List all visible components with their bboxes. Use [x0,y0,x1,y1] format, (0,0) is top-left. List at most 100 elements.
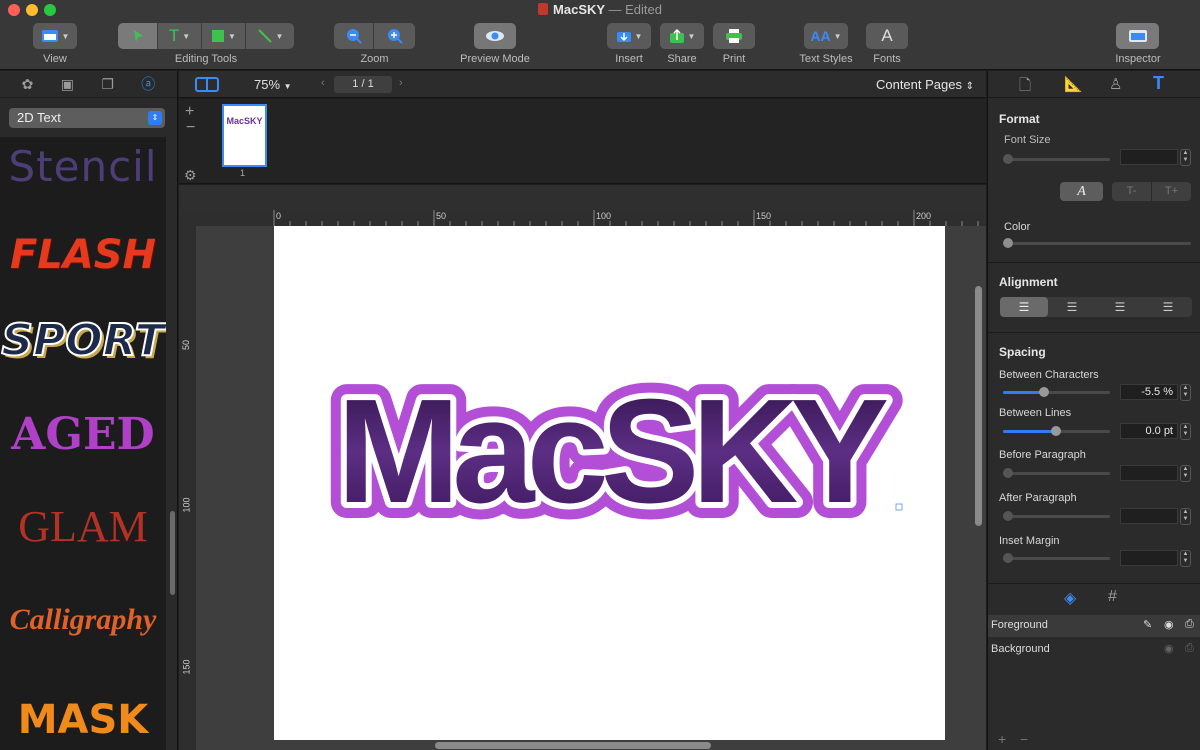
view-button[interactable]: ▼ [33,23,77,49]
slider-knob[interactable] [1003,468,1013,478]
style-aged[interactable]: AGED [0,409,166,460]
slider-knob[interactable] [1003,553,1013,563]
brush-tab-icon[interactable]: ♙ [1109,75,1122,93]
inspector-button[interactable] [1116,23,1159,49]
style-sport[interactable]: SPORT [0,314,166,367]
preview-mode-toggle[interactable] [474,23,516,49]
document-tab-icon[interactable]: 🗋 [1019,75,1031,100]
canvas-horizontal-scrollbar[interactable] [435,742,711,749]
between-lines-field[interactable]: 0.0 pt [1120,423,1178,439]
fonts-button[interactable]: A [866,23,908,49]
document-page[interactable]: MacSKY MacSKY MacSKY [274,226,945,740]
shapes-tab-icon[interactable]: ✿ [22,76,34,93]
text-styles-menu-button[interactable]: AA ▼ [804,23,848,49]
italic-button[interactable]: A [1060,182,1103,201]
eye-icon[interactable]: ◉ [1164,642,1174,655]
content-pages-select[interactable]: Content Pages ⇕ [876,77,974,92]
text-tool-button[interactable]: T ▼ [158,23,202,49]
between-lines-slider[interactable] [1003,426,1110,436]
images-tab-icon[interactable]: ▣ [61,76,74,93]
slider-knob[interactable] [1003,511,1013,521]
layer-row-foreground[interactable]: Foreground ✎ ◉ ⎙ [988,615,1200,637]
before-paragraph-slider[interactable] [1003,468,1110,478]
inset-margin-slider[interactable] [1003,553,1110,563]
text-tab-icon[interactable]: T [1153,73,1164,94]
font-size-field[interactable] [1120,149,1178,165]
between-characters-stepper[interactable]: ▲ ▼ [1180,384,1191,401]
share-button[interactable]: ▼ [660,23,704,49]
slider-knob[interactable] [1003,238,1013,248]
next-page-button[interactable]: › [399,77,403,89]
after-paragraph-field[interactable] [1120,508,1178,524]
style-calligraphy[interactable]: Calligraphy [0,603,166,637]
decrease-size-button[interactable]: T- [1112,182,1152,201]
select-tool-button[interactable] [118,23,158,49]
grid-icon[interactable]: # [1108,588,1117,606]
text-tab-icon[interactable]: ⓐ [141,74,155,94]
page-indicator[interactable]: 1 / 1 [334,76,392,93]
print-button[interactable] [713,23,755,49]
previous-page-button[interactable]: ‹ [321,77,325,89]
before-paragraph-field[interactable] [1120,465,1178,481]
canvas-vertical-scrollbar[interactable] [975,286,982,526]
font-size-slider[interactable] [1003,154,1110,164]
remove-page-button[interactable]: − [186,119,195,137]
printer-icon[interactable]: ⎙ [1185,642,1194,655]
style-flash[interactable]: FLASH [0,232,166,278]
style-category-select[interactable]: 2D Text ⇕ [9,108,165,128]
style-stencil[interactable]: Stencil [0,142,166,191]
color-slider[interactable] [1003,238,1191,248]
page-thumbnail[interactable]: MacSKY [222,104,267,167]
eye-icon[interactable]: ◉ [1164,618,1174,631]
shape-tool-button[interactable]: ▼ [202,23,246,49]
ruler-header-strip [179,185,986,210]
main-text-graphic[interactable]: MacSKY MacSKY MacSKY [274,226,945,740]
align-justify-button[interactable]: ☰ [1144,297,1192,317]
app-window: MacSKY — Edited ▼ View T ▼ ▼ ▼ Editing To… [0,0,1200,750]
remove-layer-button[interactable]: − [1020,731,1028,747]
style-mask[interactable]: MASK [0,697,166,743]
inspector-toggle[interactable] [1116,23,1159,49]
pencil-icon[interactable]: ✎ [1143,618,1152,631]
before-paragraph-stepper[interactable]: ▲ ▼ [1180,465,1191,482]
add-layer-button[interactable]: + [998,731,1006,747]
layers-icon[interactable]: ◈ [1064,588,1076,608]
print-action-button[interactable] [713,23,755,49]
view-menu-button[interactable]: ▼ [33,23,77,49]
zoom-out-button[interactable] [334,23,374,49]
font-size-stepper[interactable]: ▲ ▼ [1180,149,1191,166]
between-characters-slider[interactable] [1003,387,1110,397]
style-list-scrollbar[interactable] [170,511,175,595]
layer-row-background[interactable]: Background ◉ ⎙ [988,639,1200,661]
align-left-button[interactable]: ☰ [1000,297,1048,317]
ruler-tab-icon[interactable]: 📐 [1064,75,1083,93]
slider-knob[interactable] [1051,426,1061,436]
zoom-in-button[interactable] [374,23,415,49]
book-icon[interactable] [195,76,219,93]
zoom-select[interactable]: 75% ▼ [254,77,292,92]
clipart-tab-icon[interactable]: ❐ [101,76,114,93]
insert-menu-button[interactable]: ▼ [607,23,651,49]
after-paragraph-label: After Paragraph [999,492,1077,504]
share-menu-button[interactable]: ▼ [660,23,704,49]
slider-knob[interactable] [1003,154,1013,164]
between-characters-field[interactable]: -5.5 % [1120,384,1178,400]
align-right-button[interactable]: ☰ [1096,297,1144,317]
insert-button[interactable]: ▼ [607,23,651,49]
increase-size-button[interactable]: T+ [1152,182,1191,201]
style-glam[interactable]: GLAM [0,501,166,552]
after-paragraph-stepper[interactable]: ▲ ▼ [1180,508,1191,525]
printer-icon[interactable]: ⎙ [1185,618,1194,631]
fonts-panel-button[interactable]: A [866,23,908,49]
inset-margin-field[interactable] [1120,550,1178,566]
between-lines-stepper[interactable]: ▲ ▼ [1180,423,1191,440]
gear-icon[interactable]: ⚙ [184,167,197,184]
after-paragraph-slider[interactable] [1003,511,1110,521]
selection-handle[interactable] [895,503,903,511]
preview-mode-button[interactable] [474,23,516,49]
line-tool-button[interactable]: ▼ [246,23,294,49]
slider-knob[interactable] [1039,387,1049,397]
align-center-button[interactable]: ☰ [1048,297,1096,317]
text-styles-button[interactable]: AA ▼ [804,23,848,49]
inset-margin-stepper[interactable]: ▲ ▼ [1180,550,1191,567]
